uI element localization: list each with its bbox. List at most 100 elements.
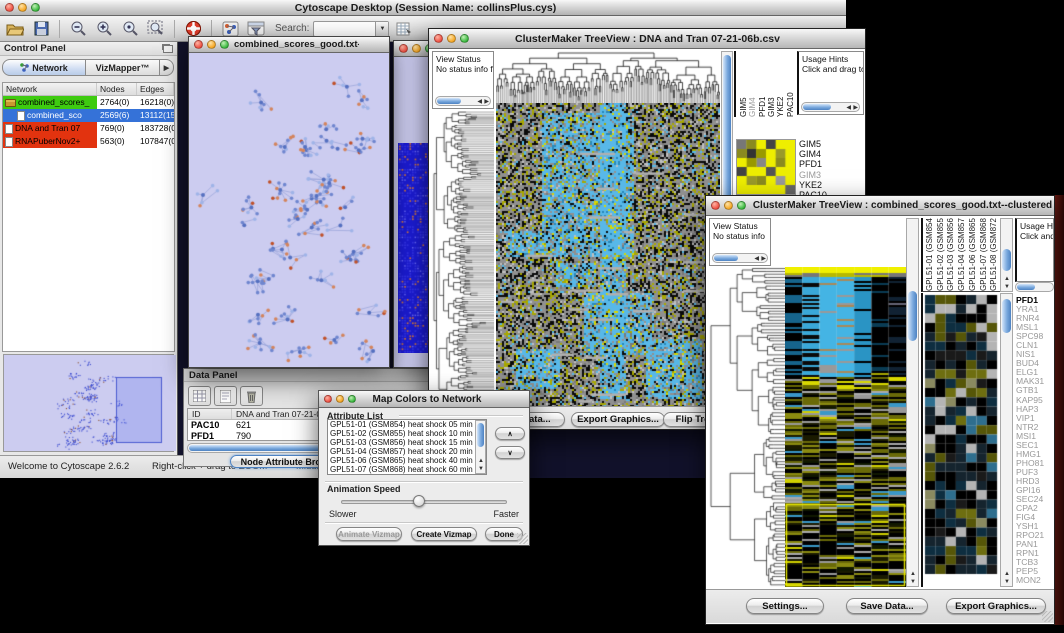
row-label[interactable]: YKE2 (799, 180, 863, 190)
delete-attribute-button[interactable] (240, 386, 263, 406)
row-label[interactable]: PFD1 (799, 159, 863, 169)
minimize-icon[interactable] (336, 395, 344, 403)
scroll-up-icon[interactable]: ▲ (1004, 276, 1010, 282)
attribute-item[interactable]: GPL51-07 (GSM868) heat shock 60 min (330, 466, 486, 475)
close-icon[interactable] (399, 44, 408, 53)
scroll-up-icon[interactable]: ▲ (910, 571, 916, 577)
resize-grip[interactable] (1042, 611, 1053, 622)
column-label[interactable]: GPL51-01 (GSM854) (925, 218, 936, 291)
scroll-left-icon[interactable]: ◀ (477, 99, 482, 105)
main-titlebar[interactable]: Cytoscape Desktop (Session Name: collins… (0, 0, 846, 16)
col-network[interactable]: Network (3, 83, 97, 95)
close-icon[interactable] (194, 40, 203, 49)
tv2-zoom-upper-scrollbar[interactable]: ▲ ▼ (1000, 218, 1013, 292)
usage-hints-scrollbar[interactable]: ◀▶ (801, 102, 860, 112)
scroll-up-icon[interactable]: ▲ (478, 458, 484, 464)
tv1-row-dendrogram[interactable] (432, 111, 494, 406)
row-label[interactable]: GIM4 (799, 149, 863, 159)
search-input[interactable]: ▼ (313, 21, 389, 37)
float-panel-icon[interactable] (163, 45, 173, 53)
row-label[interactable]: GIM3 (799, 170, 863, 180)
column-label[interactable]: GIM3 (767, 53, 776, 117)
move-down-button[interactable]: ∨ (495, 446, 525, 459)
network-row[interactable]: DNA and Tran 07 769(0) 183728(0) (3, 122, 174, 135)
scroll-right-icon[interactable]: ▶ (761, 256, 766, 262)
scroll-down-icon[interactable]: ▼ (1004, 579, 1010, 585)
tab-network[interactable]: Network (2, 59, 86, 76)
zoom-in-button[interactable] (93, 19, 115, 39)
close-icon[interactable] (434, 34, 443, 43)
attribute-list-scrollbar[interactable]: ▲ ▼ (475, 420, 486, 474)
export-graphics-button[interactable]: Export Graphics... (571, 412, 665, 427)
network-canvas[interactable] (189, 53, 389, 367)
move-up-button[interactable]: ∧ (495, 427, 525, 440)
scroll-left-icon[interactable]: ◀ (754, 256, 759, 262)
settings-button[interactable]: Settings... (746, 598, 824, 614)
tv2-row-dendrogram[interactable] (709, 267, 785, 587)
tv1-heatmap[interactable] (496, 103, 720, 406)
export-graphics-button[interactable]: Export Graphics... (946, 598, 1046, 614)
row-label[interactable]: GIM5 (799, 139, 863, 149)
scroll-left-icon[interactable]: ◀ (846, 105, 851, 111)
tab-overflow-icon[interactable]: ▶ (160, 59, 174, 76)
create-attribute-button[interactable] (214, 386, 237, 406)
zoom-window-icon[interactable] (348, 395, 356, 403)
usage-hints-scrollbar[interactable] (1015, 282, 1054, 292)
zoom-fit-button[interactable] (145, 19, 167, 39)
col-nodes[interactable]: Nodes (97, 83, 137, 95)
column-label[interactable]: GPL51-02 (GSM855) (936, 218, 947, 291)
zoom-selected-button[interactable] (119, 19, 141, 39)
animate-vizmap-button[interactable]: Animate Vizmap (336, 527, 402, 541)
speed-slider-thumb[interactable] (413, 495, 425, 507)
column-label[interactable]: GPL51-07 (GSM868) (979, 218, 990, 291)
resize-grip[interactable] (517, 533, 528, 544)
network-row[interactable]: RNAPuberNov2+ 563(0) 107847(0) (3, 135, 174, 148)
network-overview-panel[interactable] (3, 354, 174, 452)
close-icon[interactable] (711, 201, 720, 210)
column-label[interactable]: GPL51-08 (GSM872) (989, 218, 1000, 291)
save-data-button[interactable]: Save Data... (846, 598, 928, 614)
minimize-icon[interactable] (724, 201, 733, 210)
search-dropdown-icon[interactable]: ▼ (375, 22, 388, 36)
zoom-window-icon[interactable] (31, 3, 40, 12)
open-file-button[interactable] (4, 19, 26, 39)
col-edges[interactable]: Edges (137, 83, 174, 95)
data-col-id[interactable]: ID (188, 409, 232, 419)
tv1-thumbnail-matrix[interactable] (736, 139, 796, 195)
column-label[interactable]: GPL51-03 (GSM856) (946, 218, 957, 291)
column-label[interactable]: PFD1 (758, 53, 767, 117)
zoom-out-button[interactable] (67, 19, 89, 39)
minimize-icon[interactable] (447, 34, 456, 43)
zoom-window-icon[interactable] (460, 34, 469, 43)
view-status-scrollbar[interactable]: ◀▶ (712, 253, 768, 263)
column-label[interactable]: GIM5 (739, 53, 748, 117)
close-icon[interactable] (324, 395, 332, 403)
column-label[interactable]: GIM4 (748, 53, 757, 117)
tv2-heatmap[interactable] (785, 267, 906, 587)
zoom-window-icon[interactable] (220, 40, 229, 49)
window-controls[interactable] (0, 3, 45, 12)
close-icon[interactable] (5, 3, 14, 12)
tv2-main-vscrollbar[interactable]: ▲ ▼ (906, 218, 919, 587)
column-label[interactable]: GPL51-06 (GSM865) (968, 218, 979, 291)
scroll-up-icon[interactable]: ▲ (1004, 571, 1010, 577)
view-status-scrollbar[interactable]: ◀▶ (435, 96, 491, 106)
minimize-icon[interactable] (412, 44, 421, 53)
table-import-icon[interactable] (393, 19, 415, 39)
scroll-down-icon[interactable]: ▼ (478, 466, 484, 472)
zoom-window-icon[interactable] (737, 201, 746, 210)
create-vizmap-button[interactable]: Create Vizmap (411, 527, 477, 541)
scroll-down-icon[interactable]: ▼ (1004, 284, 1010, 290)
tab-vizmapper[interactable]: VizMapper™ (86, 59, 160, 76)
column-label[interactable]: PAC10 (786, 53, 795, 117)
minimize-icon[interactable] (18, 3, 27, 12)
scroll-right-icon[interactable]: ▶ (853, 105, 858, 111)
tv1-column-dendrogram[interactable] (496, 51, 720, 103)
tv2-zoom-vscrollbar[interactable]: ▲ ▼ (1000, 293, 1013, 587)
network-row[interactable]: combined_scores_ 2764(0) 16218(0) (3, 96, 174, 109)
column-label[interactable]: YKE2 (776, 53, 785, 117)
network-row[interactable]: combined_sco 2569(6) 13112(15) (3, 109, 174, 122)
tv2-zoom-panel[interactable] (921, 293, 1000, 587)
gene-label[interactable]: MON2 (1016, 576, 1054, 585)
save-button[interactable] (30, 19, 52, 39)
